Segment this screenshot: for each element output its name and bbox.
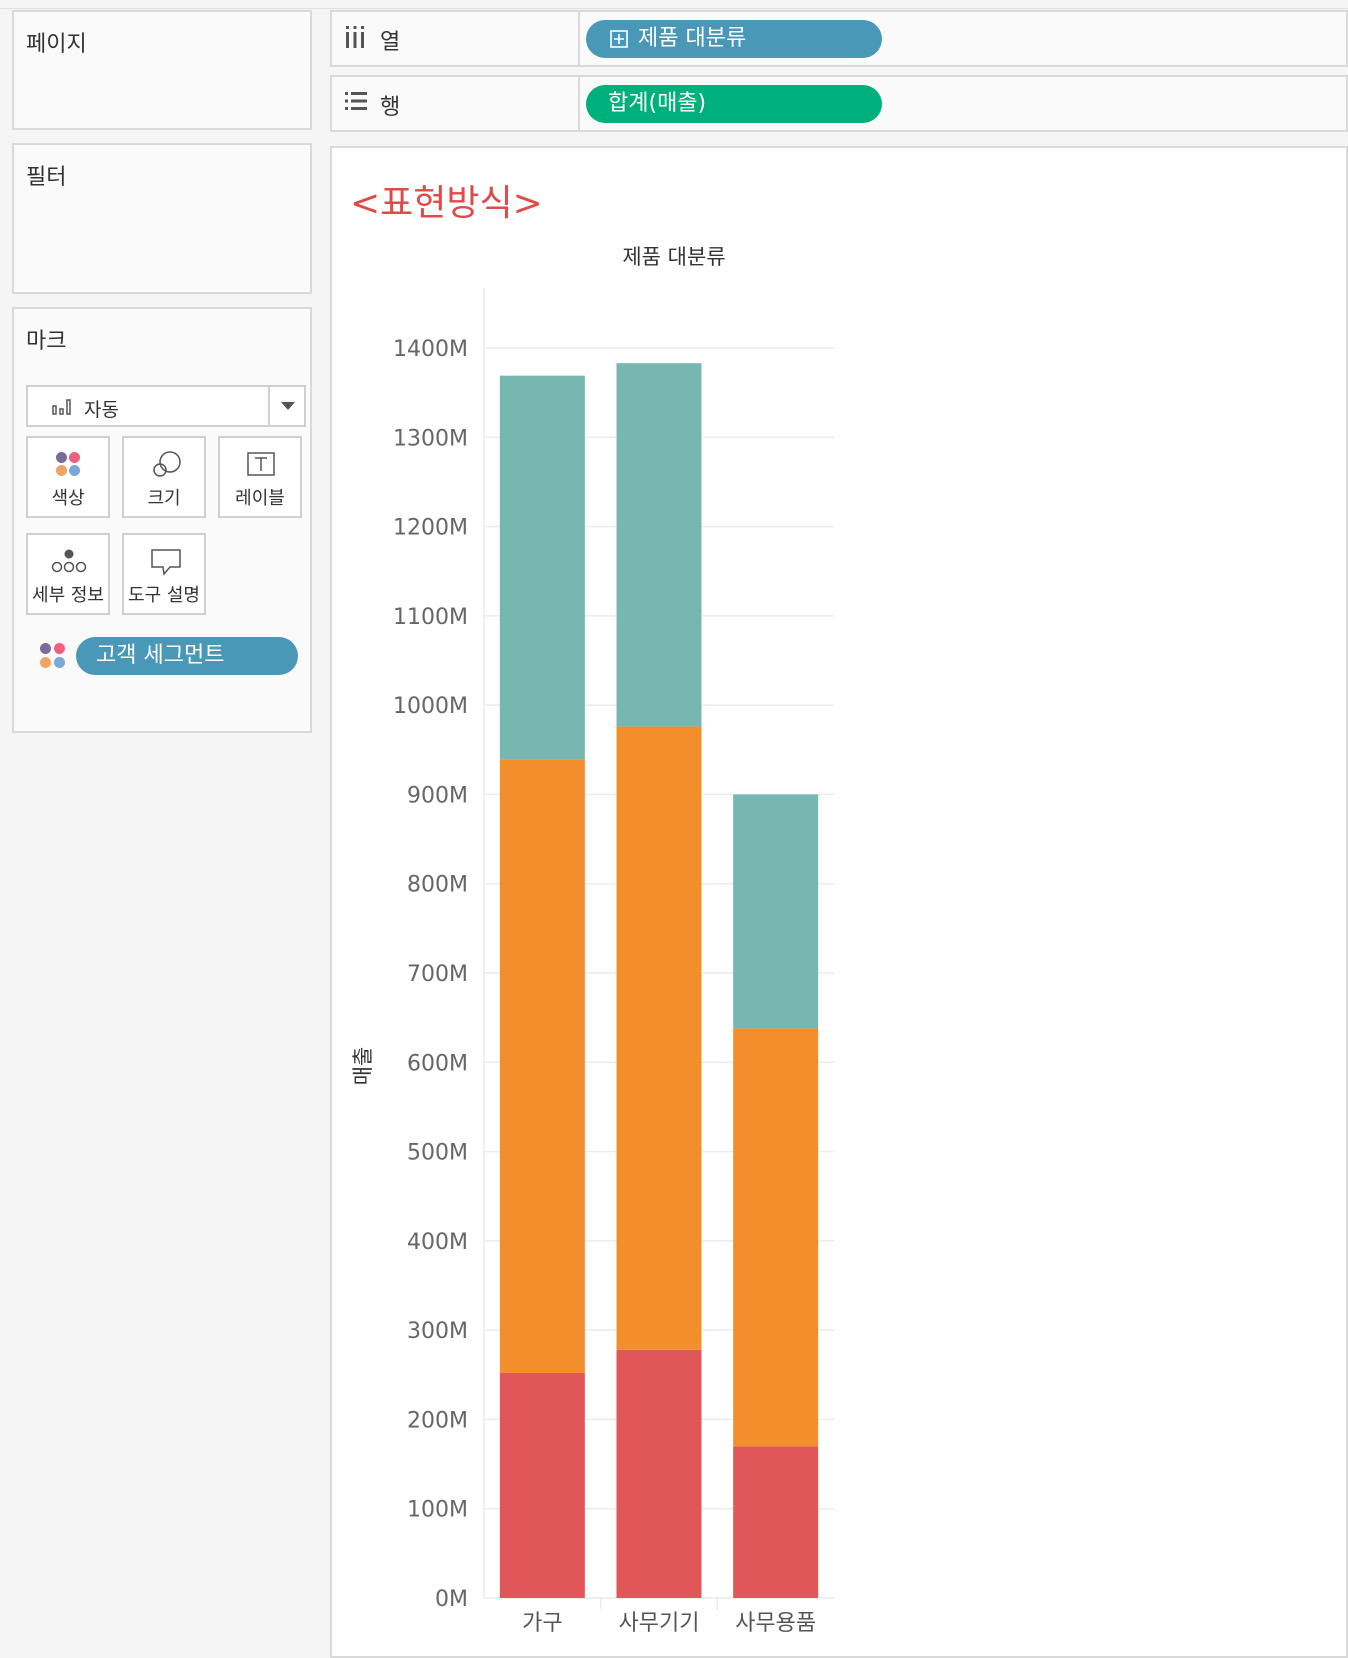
tooltip-button[interactable]: 도구 설명 bbox=[122, 533, 206, 615]
marks-panel-title: 마크 bbox=[26, 329, 67, 354]
pages-panel-title: 페이지 bbox=[26, 32, 87, 57]
worksheet: <표현방식> 제품 대분류 매출 0M 100M 200M 300M 400M 500M 6… bbox=[330, 146, 1348, 1658]
tooltip-icon bbox=[151, 549, 181, 576]
y-tick-label: 1100M bbox=[393, 605, 468, 630]
y-tick-label: 1400M bbox=[393, 337, 468, 362]
bar-segment bbox=[733, 794, 819, 1029]
columns-shelf: 열 제품 대분류 bbox=[330, 10, 1348, 67]
columns-pill-label: 제품 대분류 bbox=[638, 26, 747, 51]
color-dot bbox=[40, 643, 51, 654]
y-tick-label: 900M bbox=[407, 783, 468, 808]
y-tick-label: 200M bbox=[407, 1408, 468, 1433]
detail-button[interactable]: 세부 정보 bbox=[26, 533, 110, 615]
color-dot bbox=[56, 465, 67, 476]
color-dot bbox=[40, 657, 51, 668]
color-field-pill[interactable]: 고객 세그먼트 bbox=[76, 637, 298, 675]
stacked-bar-chart: 제품 대분류 매출 0M 100M 200M 300M 400M 500M 600M 700M… bbox=[351, 245, 834, 1636]
bar-segment bbox=[616, 363, 702, 727]
bar-segment bbox=[733, 1028, 819, 1447]
x-tick-label: 사무용품 bbox=[735, 1611, 816, 1636]
dropdown-separator bbox=[268, 387, 270, 425]
label-button-label: 레이블 bbox=[235, 488, 285, 509]
color-dot bbox=[54, 657, 65, 668]
mark-type-dropdown[interactable]: 자동 bbox=[26, 385, 306, 427]
color-dot bbox=[69, 452, 80, 463]
color-field-label: 고객 세그먼트 bbox=[96, 643, 225, 668]
size-button-label: 크기 bbox=[147, 488, 181, 509]
color-dot bbox=[54, 643, 65, 654]
y-axis-label: 매출 bbox=[351, 1047, 375, 1086]
color-field-icon bbox=[40, 643, 68, 671]
x-tick-label: 가구 bbox=[522, 1611, 562, 1636]
bar-segment bbox=[616, 1349, 702, 1598]
label-button[interactable]: 레이블 bbox=[218, 436, 302, 518]
chart-title: 제품 대분류 bbox=[622, 245, 725, 269]
columns-shelf-label: 열 bbox=[332, 12, 580, 65]
expand-icon bbox=[610, 30, 628, 48]
bar-chart-icon bbox=[52, 399, 71, 415]
color-button-label: 색상 bbox=[51, 488, 85, 509]
top-strip bbox=[0, 0, 1348, 9]
y-tick-label: 500M bbox=[407, 1141, 468, 1166]
y-tick-label: 1000M bbox=[393, 694, 468, 719]
color-button[interactable]: 색상 bbox=[26, 436, 110, 518]
color-dot bbox=[69, 465, 80, 476]
rows-label: 행 bbox=[380, 95, 401, 120]
color-dot bbox=[56, 452, 67, 463]
y-tick-label: 1300M bbox=[393, 426, 468, 451]
filters-panel-title: 필터 bbox=[26, 165, 67, 190]
rows-pill[interactable]: 합계(매출) bbox=[586, 85, 882, 123]
columns-icon bbox=[346, 26, 364, 48]
y-tick-label: 700M bbox=[407, 962, 468, 987]
size-icon bbox=[153, 451, 181, 477]
y-tick-label: 1200M bbox=[393, 516, 468, 541]
size-button[interactable]: 크기 bbox=[122, 436, 206, 518]
bar-segment bbox=[616, 726, 702, 1350]
bar-segment bbox=[499, 1373, 585, 1598]
y-tick-label: 300M bbox=[407, 1319, 468, 1344]
label-icon bbox=[247, 452, 275, 476]
color-icon bbox=[28, 450, 108, 480]
pages-panel: 페이지 bbox=[12, 10, 312, 130]
y-tick-label: 0M bbox=[435, 1587, 468, 1612]
tooltip-button-label: 도구 설명 bbox=[128, 585, 200, 606]
rows-shelf-label: 행 bbox=[332, 77, 580, 130]
detail-icon bbox=[51, 549, 87, 573]
rows-pill-label: 합계(매출) bbox=[608, 91, 707, 116]
bar-segment bbox=[499, 759, 585, 1373]
y-tick-label: 800M bbox=[407, 873, 468, 898]
mark-type-label: 자동 bbox=[84, 399, 119, 421]
filters-panel: 필터 bbox=[12, 143, 312, 294]
y-tick-label: 600M bbox=[407, 1051, 468, 1076]
chevron-down-icon bbox=[281, 402, 295, 410]
rows-icon bbox=[345, 92, 367, 110]
y-tick-label: 400M bbox=[407, 1230, 468, 1255]
x-tick-label: 사무기기 bbox=[619, 1611, 700, 1636]
columns-pill[interactable]: 제품 대분류 bbox=[586, 20, 882, 58]
columns-label: 열 bbox=[380, 30, 401, 55]
detail-button-label: 세부 정보 bbox=[32, 585, 104, 606]
bar-segment bbox=[733, 1446, 819, 1598]
rows-shelf: 행 합계(매출) bbox=[330, 75, 1348, 132]
bar-segment bbox=[499, 375, 585, 760]
y-tick-label: 100M bbox=[407, 1498, 468, 1523]
